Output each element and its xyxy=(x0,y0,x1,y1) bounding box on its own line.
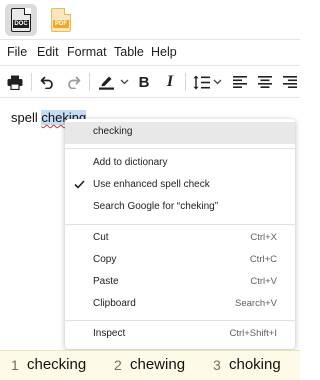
doc-file-icon: DOC xyxy=(11,8,31,32)
add-to-dictionary-label: Add to dictionary xyxy=(93,157,168,168)
toolbar-separator xyxy=(31,73,32,91)
paste-label: Paste xyxy=(93,276,119,287)
align-left-button[interactable] xyxy=(230,66,250,98)
clipboard-item[interactable]: Clipboard Search+V xyxy=(65,294,295,316)
menu-separator xyxy=(65,320,295,321)
search-google-item[interactable]: Search Google for “cheking” xyxy=(65,197,295,219)
chevron-down-icon xyxy=(213,79,221,85)
line-spacing-icon xyxy=(192,75,210,89)
toolbar-separator xyxy=(89,73,90,91)
candidate-word[interactable]: chewing xyxy=(130,356,185,373)
clipboard-label: Clipboard xyxy=(93,298,136,309)
pdf-file-icon: PDF xyxy=(51,8,71,32)
align-right-button[interactable] xyxy=(280,66,300,98)
ime-candidate-bar: 1 checking 2 chewing 3 choking xyxy=(0,350,300,380)
menu-table[interactable]: Table xyxy=(114,45,144,59)
menu-edit[interactable]: Edit xyxy=(37,45,59,59)
align-center-icon xyxy=(258,76,272,88)
menu-separator xyxy=(65,224,295,225)
cut-label: Cut xyxy=(93,232,109,243)
bold-button[interactable]: B xyxy=(134,66,154,98)
cut-item[interactable]: Cut Ctrl+X xyxy=(65,228,295,250)
toolbar: B I xyxy=(0,66,300,98)
chevron-down-icon xyxy=(120,79,128,85)
highlight-button[interactable] xyxy=(95,66,117,98)
app-window: DOC PDF File Edit Format Table Help B I … xyxy=(0,0,300,380)
paste-item[interactable]: Paste Ctrl+V xyxy=(65,272,295,294)
clipboard-shortcut: Search+V xyxy=(235,298,277,309)
printer-icon xyxy=(7,75,23,90)
print-button[interactable] xyxy=(4,66,26,98)
align-right-icon xyxy=(283,76,297,88)
doc-tab-active[interactable]: DOC xyxy=(5,4,37,36)
copy-shortcut: Ctrl+C xyxy=(249,254,277,265)
toolbar-separator xyxy=(185,73,186,91)
spelling-suggestion-label: checking xyxy=(93,126,133,137)
context-menu: checking Add to dictionary Use enhanced … xyxy=(65,119,295,349)
candidate-word[interactable]: checking xyxy=(27,356,86,373)
paste-shortcut: Ctrl+V xyxy=(250,276,277,287)
inspect-shortcut: Ctrl+Shift+I xyxy=(229,328,277,339)
redo-button[interactable] xyxy=(63,66,83,98)
align-center-button[interactable] xyxy=(255,66,275,98)
text-highlight-icon xyxy=(98,76,114,90)
cut-shortcut: Ctrl+X xyxy=(250,232,277,243)
enhanced-spell-check-label: Use enhanced spell check xyxy=(93,179,210,190)
highlight-dropdown[interactable] xyxy=(118,66,130,98)
menu-format[interactable]: Format xyxy=(67,45,107,59)
copy-item[interactable]: Copy Ctrl+C xyxy=(65,250,295,272)
bold-icon: B xyxy=(138,73,150,91)
undo-button[interactable] xyxy=(37,66,57,98)
pdf-tab[interactable]: PDF xyxy=(45,4,77,36)
line-spacing-button[interactable] xyxy=(191,66,211,98)
menu-file[interactable]: File xyxy=(7,45,27,59)
menu-separator xyxy=(65,148,295,149)
file-type-label: DOC xyxy=(13,20,29,28)
inspect-item[interactable]: Inspect Ctrl+Shift+I xyxy=(65,324,295,346)
italic-icon: I xyxy=(166,73,174,90)
checkmark-icon xyxy=(74,180,85,189)
line-spacing-dropdown[interactable] xyxy=(211,66,223,98)
text-before: spell xyxy=(11,110,42,125)
align-left-icon xyxy=(233,76,247,88)
redo-icon xyxy=(67,76,80,89)
file-type-label: PDF xyxy=(53,20,69,28)
italic-button[interactable]: I xyxy=(160,66,180,98)
menu-help[interactable]: Help xyxy=(151,45,177,59)
candidate-word[interactable]: choking xyxy=(229,356,281,373)
document-tabs: DOC PDF xyxy=(0,0,300,40)
search-google-label: Search Google for “cheking” xyxy=(93,201,219,212)
undo-icon xyxy=(40,76,53,89)
copy-label: Copy xyxy=(93,254,117,265)
add-to-dictionary-item[interactable]: Add to dictionary xyxy=(65,153,295,175)
menu-bar: File Edit Format Table Help xyxy=(0,40,300,66)
inspect-label: Inspect xyxy=(93,328,126,339)
candidate-number: 2 xyxy=(114,357,122,373)
spelling-suggestion-item[interactable]: checking xyxy=(65,122,295,144)
candidate-number: 1 xyxy=(11,357,19,373)
enhanced-spell-check-item[interactable]: Use enhanced spell check xyxy=(65,175,295,197)
candidate-number: 3 xyxy=(213,357,221,373)
